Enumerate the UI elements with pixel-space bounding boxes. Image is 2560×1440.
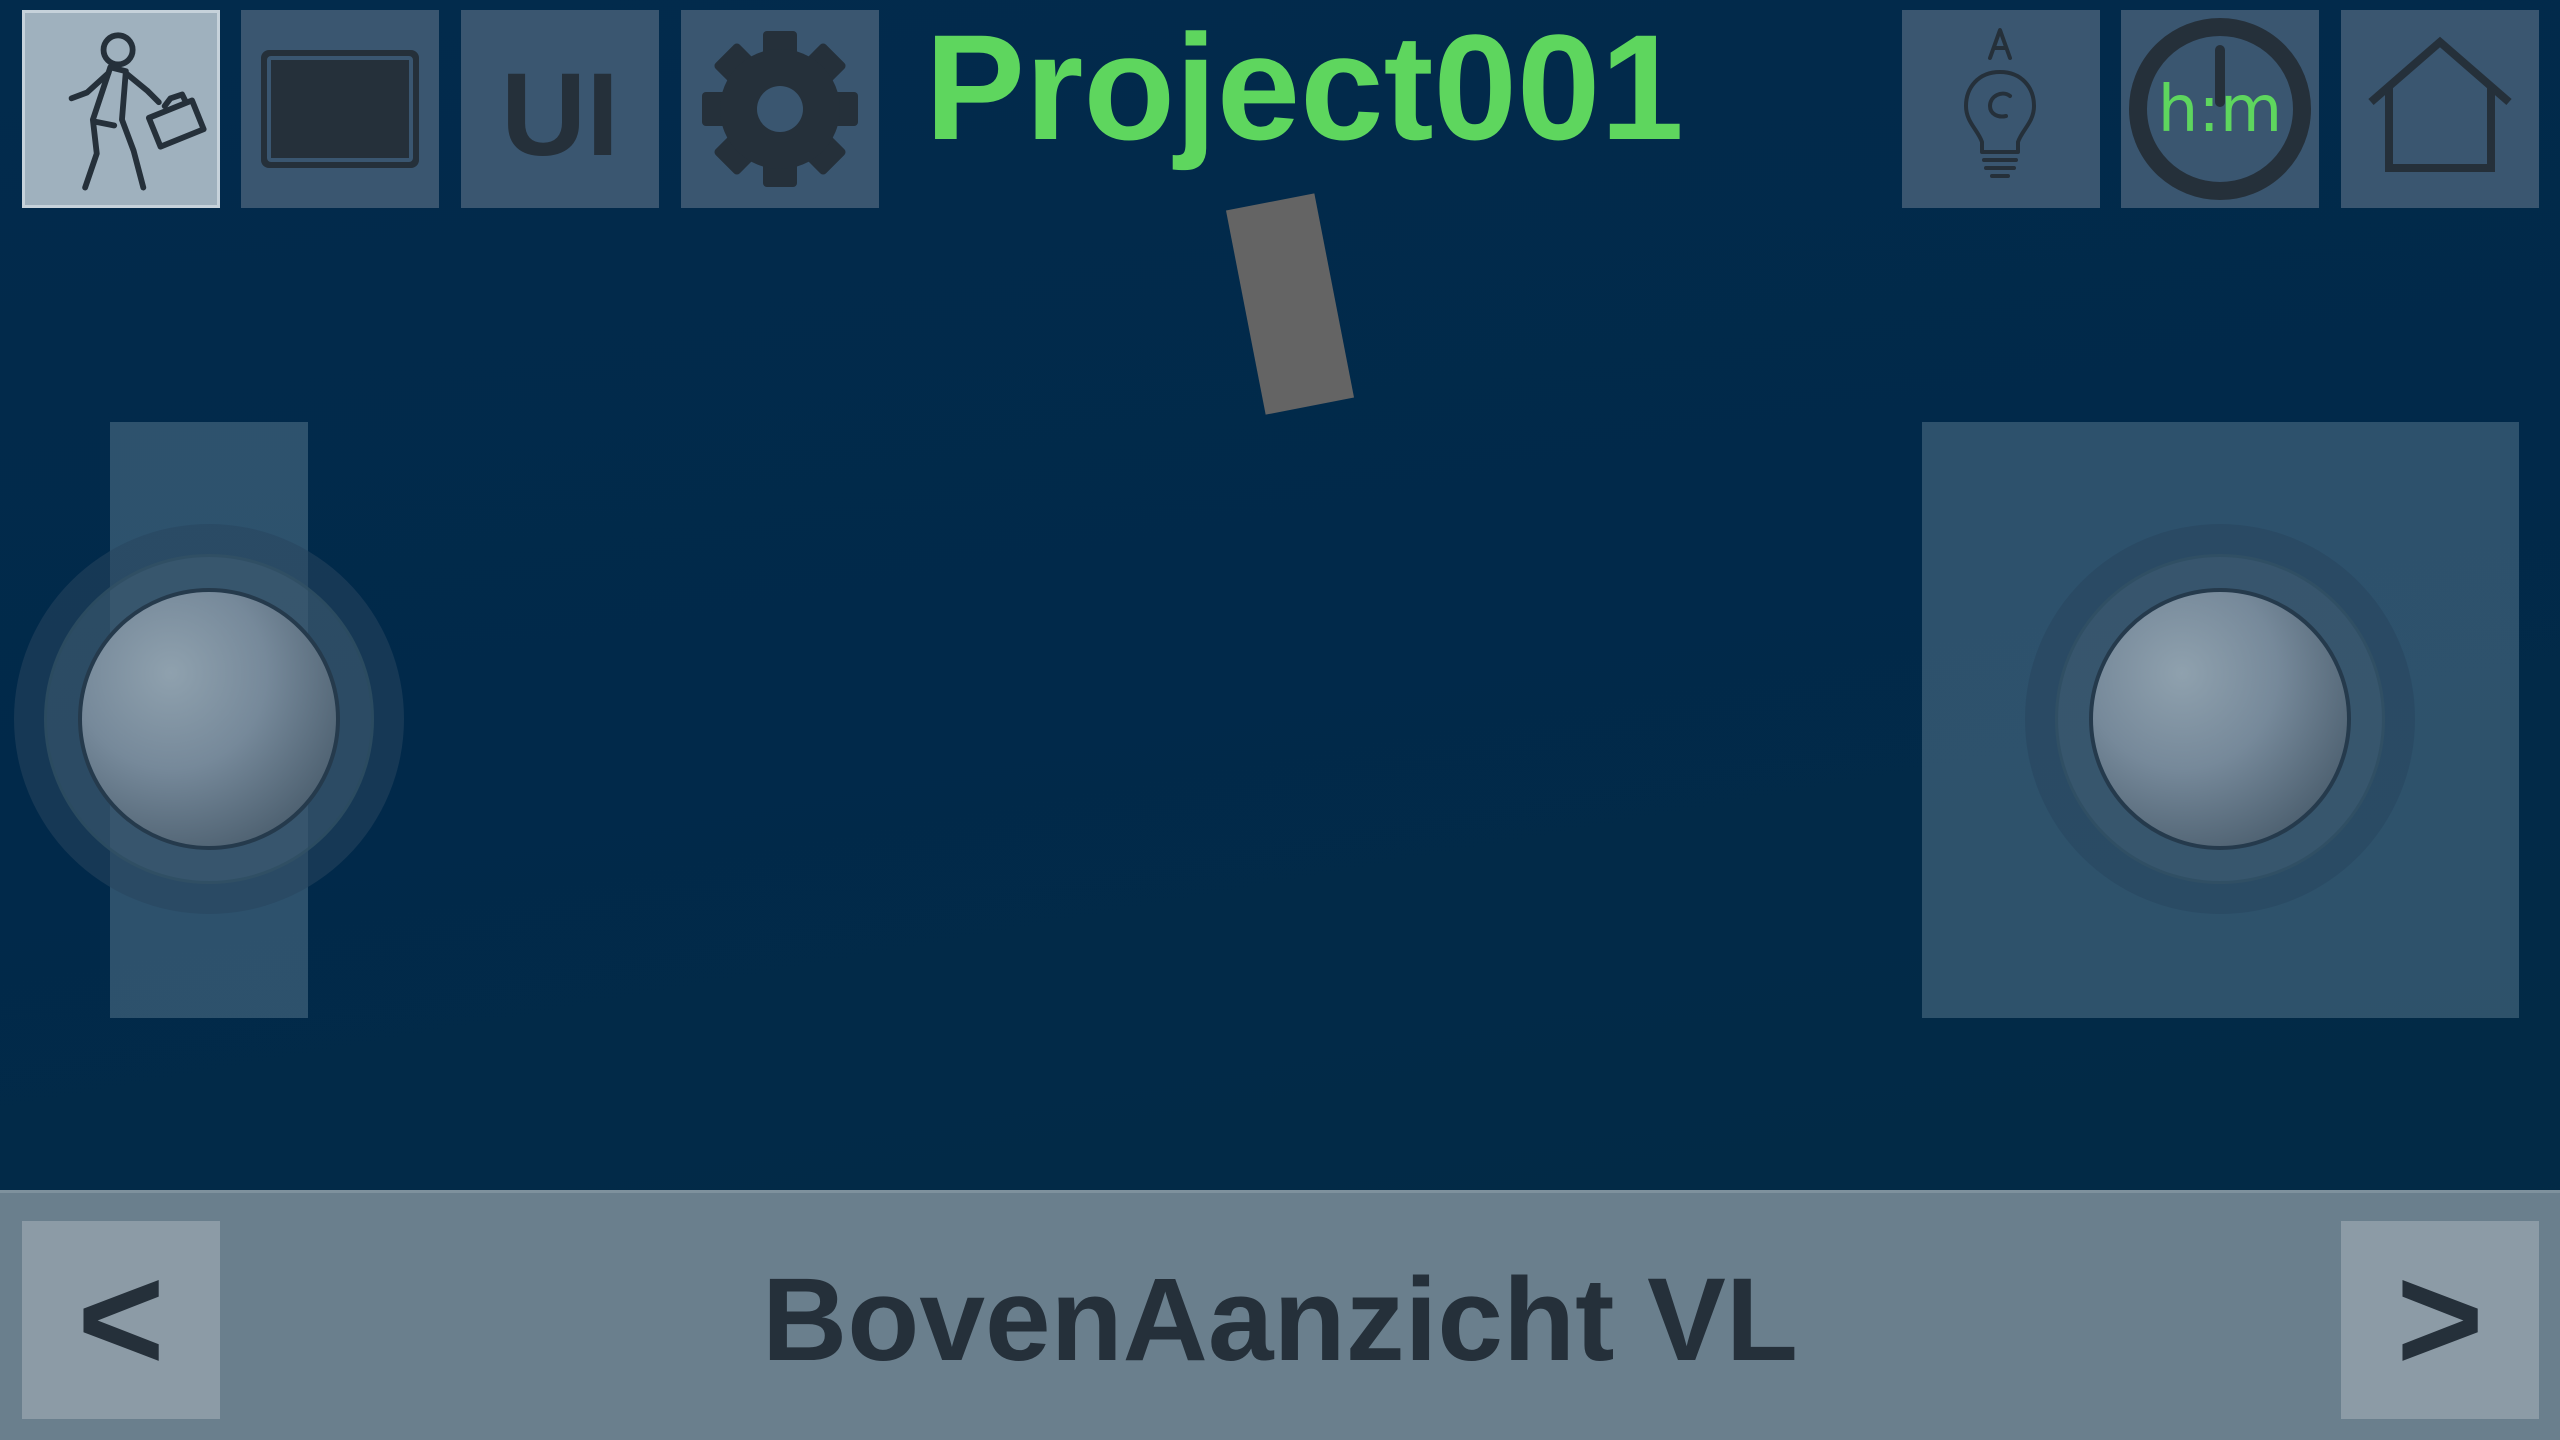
settings-button[interactable]: [681, 10, 879, 208]
clock-button[interactable]: h:m: [2121, 10, 2319, 208]
left-joystick-knob[interactable]: [78, 588, 340, 850]
right-joystick[interactable]: [2025, 524, 2415, 914]
home-button[interactable]: [2341, 10, 2539, 208]
gear-icon: [702, 31, 858, 187]
walk-mode-button[interactable]: [22, 10, 220, 208]
lightbulb-auto-icon: [1964, 28, 2036, 178]
next-view-button[interactable]: >: [2341, 1221, 2539, 1419]
home-icon: [2368, 36, 2512, 172]
right-joystick-knob[interactable]: [2089, 588, 2351, 850]
previous-view-button[interactable]: <: [22, 1221, 220, 1419]
scene-object: [1225, 193, 1355, 415]
monitor-screen-icon: [261, 50, 419, 168]
project-title: Project001: [925, 3, 1684, 171]
screen-button[interactable]: [241, 10, 439, 208]
ui-button[interactable]: UI: [461, 10, 659, 208]
left-joystick[interactable]: [14, 524, 404, 914]
current-view-name: BovenAanzicht VL: [762, 1254, 1798, 1386]
walking-person-with-briefcase-icon: [68, 32, 207, 191]
clock-label: h:m: [2157, 73, 2283, 147]
light-button[interactable]: [1902, 10, 2100, 208]
ui-button-label: UI: [501, 49, 619, 181]
